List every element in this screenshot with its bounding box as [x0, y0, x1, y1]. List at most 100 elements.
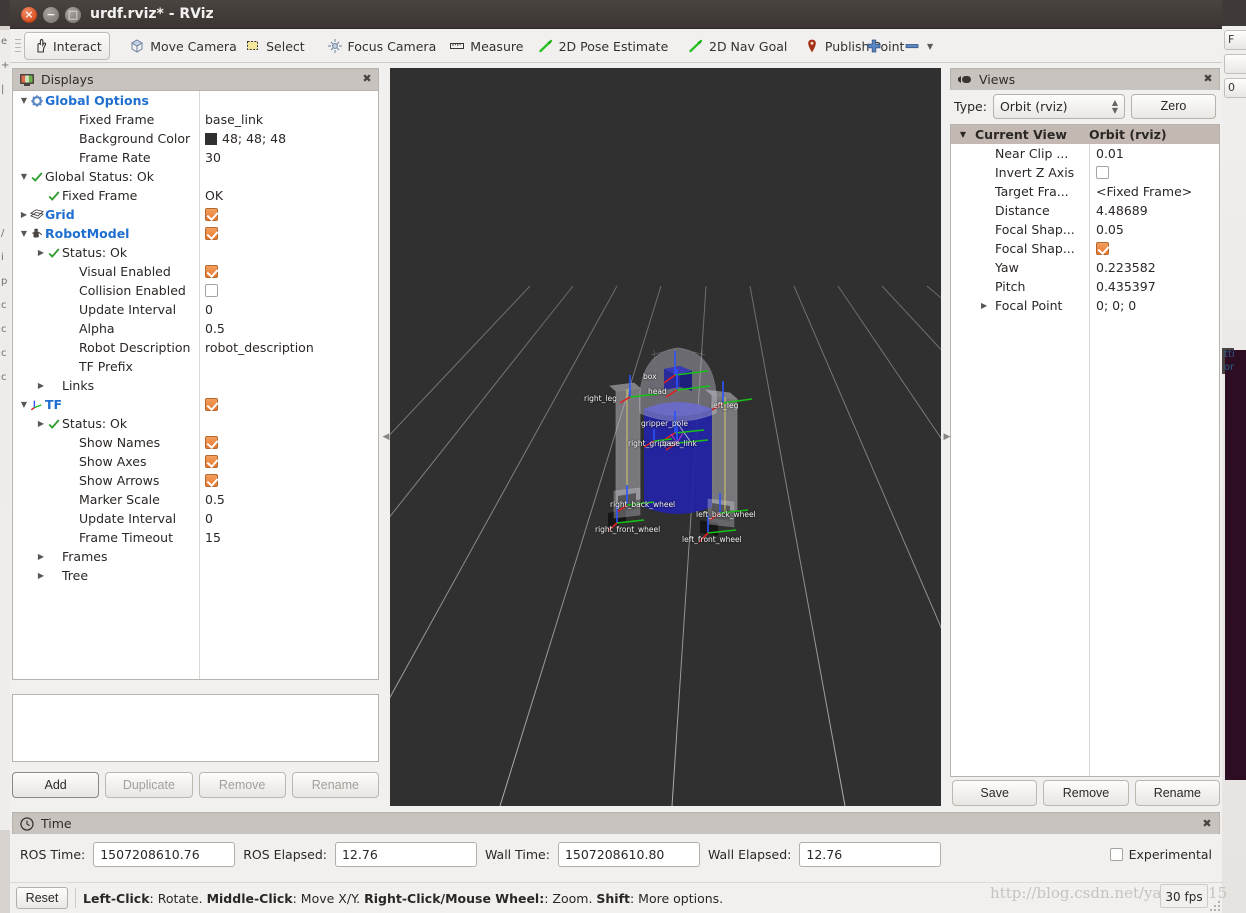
row-checkbox[interactable]: [205, 398, 218, 411]
displays-row-marker-scale[interactable]: Marker Scale 0.5: [13, 490, 378, 509]
chevron-down-icon[interactable]: ▼: [19, 400, 29, 409]
view-type-combobox[interactable]: Orbit (rviz) ▲ ▼: [992, 93, 1125, 119]
displays-row-show-names[interactable]: Show Names: [13, 433, 378, 452]
views-row-focal-shap-[interactable]: Focal Shap...: [951, 239, 1219, 258]
views-row-value[interactable]: 0.223582: [1096, 260, 1156, 275]
row-checkbox[interactable]: [205, 284, 218, 297]
views-row-distance[interactable]: Distance 4.48689: [951, 201, 1219, 220]
displays-row-value-cell[interactable]: [205, 455, 218, 468]
displays-row-value-cell[interactable]: base_link: [205, 112, 263, 127]
chevron-down-icon[interactable]: ▼: [19, 229, 29, 238]
views-row-value[interactable]: 4.48689: [1096, 203, 1148, 218]
tool-button-measure[interactable]: Measure: [441, 32, 531, 60]
reset-button[interactable]: Reset: [16, 887, 68, 909]
tool-button-2d-pose-estimate[interactable]: 2D Pose Estimate: [530, 32, 677, 60]
displays-row-value-cell[interactable]: 0.5: [205, 321, 225, 336]
displays-row-frame-timeout[interactable]: Frame Timeout 15: [13, 528, 378, 547]
row-checkbox[interactable]: [1096, 166, 1109, 179]
displays-row-show-arrows[interactable]: Show Arrows: [13, 471, 378, 490]
chevron-right-icon[interactable]: ▶: [36, 381, 46, 390]
displays-row-value-cell[interactable]: 0: [205, 511, 213, 526]
views-row-value[interactable]: <Fixed Frame>: [1096, 184, 1192, 199]
time-input-ros-elapsed[interactable]: 12.76: [334, 841, 477, 867]
color-swatch[interactable]: [205, 132, 217, 145]
views-save-button[interactable]: Save: [952, 780, 1038, 806]
displays-row-global-status-ok[interactable]: ▼ Global Status: Ok: [13, 167, 378, 186]
zero-button[interactable]: Zero: [1131, 93, 1216, 119]
views-row-near-clip-[interactable]: Near Clip ... 0.01: [951, 144, 1219, 163]
time-input-wall-time[interactable]: 1507208610.80: [557, 841, 700, 867]
time-input-ros-time[interactable]: 1507208610.76: [93, 841, 236, 867]
displays-row-tree[interactable]: ▶ Tree: [13, 566, 378, 585]
displays-row-frame-rate[interactable]: Frame Rate 30: [13, 148, 378, 167]
tool-button-interact[interactable]: Interact: [24, 32, 110, 60]
views-row-value[interactable]: 0.01: [1096, 146, 1124, 161]
views-row-value[interactable]: 0.05: [1096, 222, 1124, 237]
displays-row-value-cell[interactable]: robot_description: [205, 340, 314, 355]
displays-row-tf[interactable]: ▼ TF: [13, 395, 378, 414]
chevron-right-icon[interactable]: ▶: [36, 571, 46, 580]
displays-duplicate-button[interactable]: Duplicate: [105, 772, 193, 798]
views-row-invert-z-axis[interactable]: Invert Z Axis: [951, 163, 1219, 182]
displays-row-value-cell[interactable]: 48; 48; 48: [205, 131, 286, 146]
displays-row-status-ok[interactable]: ▶ Status: Ok: [13, 414, 378, 433]
displays-row-value-cell[interactable]: 30: [205, 150, 221, 165]
views-row-yaw[interactable]: Yaw 0.223582: [951, 258, 1219, 277]
views-row-focal-point[interactable]: ▶ Focal Point 0; 0; 0: [951, 296, 1219, 315]
add-tool-button[interactable]: [858, 32, 890, 60]
displays-row-links[interactable]: ▶ Links: [13, 376, 378, 395]
collapse-left-arrow[interactable]: ◀: [381, 427, 391, 447]
displays-row-robot-description[interactable]: Robot Description robot_description: [13, 338, 378, 357]
views-row-target-fra-[interactable]: Target Fra... <Fixed Frame>: [951, 182, 1219, 201]
chevron-down-icon[interactable]: ▼: [927, 42, 933, 51]
displays-row-update-interval[interactable]: Update Interval 0: [13, 509, 378, 528]
displays-row-value-cell[interactable]: 0: [205, 302, 213, 317]
displays-rename-button[interactable]: Rename: [291, 772, 379, 798]
displays-close-icon[interactable]: ✖: [360, 72, 374, 86]
displays-row-value-cell[interactable]: 15: [205, 530, 221, 545]
row-checkbox[interactable]: [205, 265, 218, 278]
experimental-checkbox-group[interactable]: Experimental: [1109, 847, 1212, 862]
tool-button-publish-point[interactable]: Publish Point: [796, 32, 913, 60]
views-row-value-cell[interactable]: [1096, 166, 1109, 179]
tool-button-move-camera[interactable]: Move Camera: [121, 32, 245, 60]
time-input-wall-elapsed[interactable]: 12.76: [799, 841, 942, 867]
tool-button-focus-camera[interactable]: Focus Camera: [319, 32, 445, 60]
views-remove-button[interactable]: Remove: [1043, 780, 1129, 806]
views-row-value-cell[interactable]: [1096, 242, 1109, 255]
views-row-focal-shap-[interactable]: Focal Shap... 0.05: [951, 220, 1219, 239]
views-row-value[interactable]: 0; 0; 0: [1096, 298, 1136, 313]
displays-row-value-cell[interactable]: [205, 227, 218, 240]
displays-row-collision-enabled[interactable]: Collision Enabled: [13, 281, 378, 300]
displays-row-frames[interactable]: ▶ Frames: [13, 547, 378, 566]
displays-row-value-cell[interactable]: [205, 436, 218, 449]
render-viewport-3d[interactable]: box head right_leg left_leg gripper_pole righ…: [390, 68, 941, 806]
tool-button-select[interactable]: Select: [237, 32, 313, 60]
chevron-right-icon[interactable]: ▶: [36, 419, 46, 428]
displays-row-visual-enabled[interactable]: Visual Enabled: [13, 262, 378, 281]
window-maximize-button[interactable]: □: [65, 7, 81, 23]
views-rename-button[interactable]: Rename: [1134, 780, 1220, 806]
row-checkbox[interactable]: [205, 436, 218, 449]
tool-button-2d-nav-goal[interactable]: 2D Nav Goal: [680, 32, 795, 60]
views-row-value[interactable]: 0.435397: [1096, 279, 1156, 294]
remove-tool-button[interactable]: ▼: [896, 32, 941, 60]
window-close-button[interactable]: ×: [21, 7, 37, 23]
displays-add-button[interactable]: Add: [12, 772, 100, 798]
displays-tree[interactable]: ▼ Global Options Fixed Frame base_link Backg…: [12, 90, 379, 680]
views-close-icon[interactable]: ✖: [1201, 72, 1215, 86]
displays-row-robotmodel[interactable]: ▼ RobotModel: [13, 224, 378, 243]
displays-row-value-cell[interactable]: [205, 398, 218, 411]
toolbar-drag-handle[interactable]: [15, 39, 21, 53]
row-checkbox[interactable]: [205, 208, 218, 221]
chevron-down-icon[interactable]: ▼: [19, 172, 29, 181]
displays-row-background-color[interactable]: Background Color 48; 48; 48: [13, 129, 378, 148]
row-checkbox[interactable]: [205, 474, 218, 487]
views-tree[interactable]: ▼ Current View Orbit (rviz) Near Clip ..…: [950, 124, 1220, 777]
displays-row-value-cell[interactable]: [205, 265, 218, 278]
time-close-icon[interactable]: ✖: [1200, 817, 1214, 831]
displays-row-show-axes[interactable]: Show Axes: [13, 452, 378, 471]
displays-row-alpha[interactable]: Alpha 0.5: [13, 319, 378, 338]
chevron-right-icon[interactable]: ▶: [36, 552, 46, 561]
displays-row-update-interval[interactable]: Update Interval 0: [13, 300, 378, 319]
